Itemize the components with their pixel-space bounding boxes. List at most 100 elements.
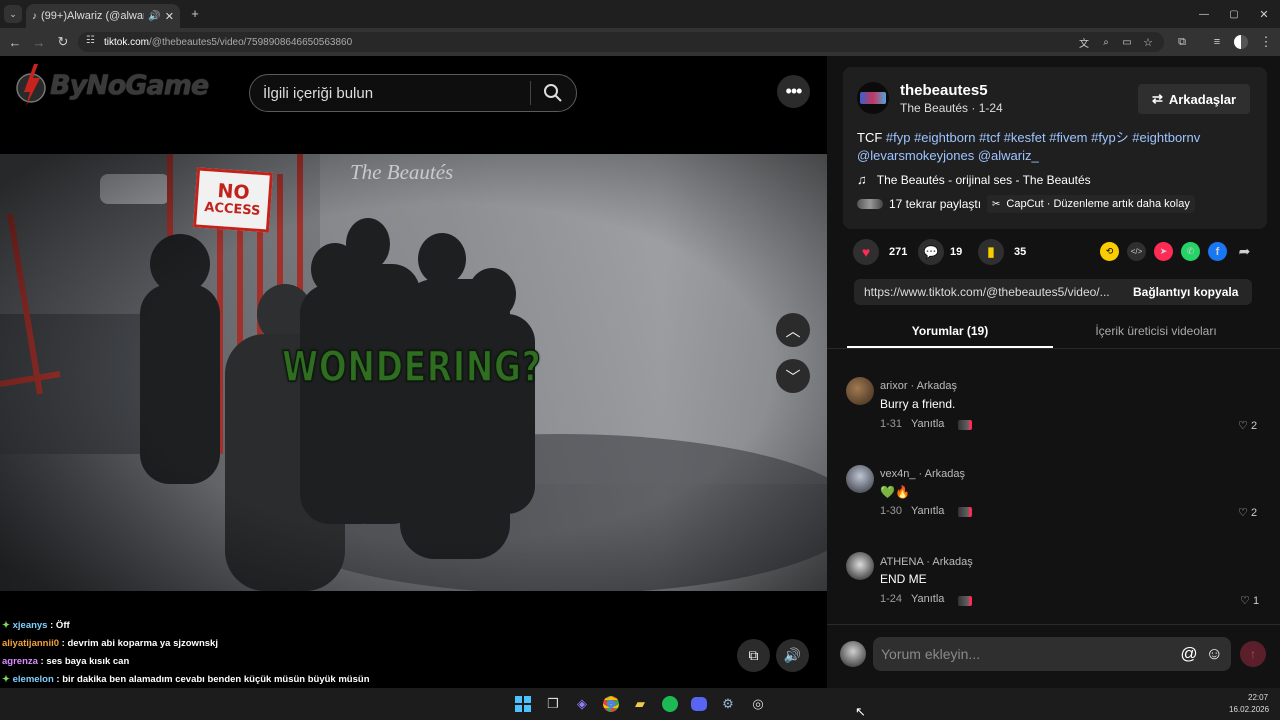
address-bar[interactable]: ☷ tiktok.com /@thebeautes5/video/7598908… — [78, 32, 1164, 52]
start-icon[interactable] — [511, 692, 535, 716]
more-options-button[interactable]: ••• — [777, 75, 810, 108]
clock-time[interactable]: 22:07 — [1248, 693, 1268, 702]
comment-input[interactable]: Yorum ekleyin... @ ☺ — [873, 637, 1231, 671]
share-link-url[interactable]: https://www.tiktok.com/@thebeautes5/vide… — [854, 285, 1124, 299]
bookmark-icon: ▮ — [978, 239, 1004, 265]
discord-logo — [691, 697, 707, 711]
restore-icon[interactable]: ▢ — [1226, 6, 1242, 22]
tab-close-icon[interactable]: ✕ — [165, 10, 174, 23]
minimize-icon[interactable]: — — [1196, 6, 1212, 22]
reply-button[interactable]: Yanıtla — [911, 418, 944, 430]
reply-button[interactable]: Yanıtla — [911, 505, 944, 517]
discord-icon[interactable] — [687, 692, 711, 716]
emoji-icon[interactable]: ☺ — [1206, 644, 1223, 664]
search-icon[interactable] — [543, 83, 563, 103]
like-button[interactable]: ♥ 271 — [853, 239, 907, 265]
zoom-icon[interactable]: ⌕ — [1099, 35, 1113, 49]
reply-gift-icon[interactable] — [958, 507, 972, 517]
chat-username: agrenza — [2, 656, 38, 667]
my-avatar[interactable] — [840, 641, 866, 667]
previous-video-button[interactable]: ︿ — [776, 313, 810, 347]
chat-message: ✦ elemelon : bir dakika ben alamadım cev… — [2, 674, 370, 685]
back-icon[interactable]: ← — [7, 34, 23, 50]
comment-like-button[interactable]: ♡ 2 — [1238, 419, 1257, 432]
reply-gift-icon[interactable] — [958, 596, 972, 606]
author-avatar[interactable] — [857, 82, 889, 114]
facebook-icon[interactable]: f — [1208, 242, 1227, 261]
search-input[interactable]: İlgili içeriği bulun — [249, 74, 577, 112]
file-explorer-icon[interactable]: ▰ — [628, 692, 652, 716]
author-subline: The Beautés · 1-24 — [900, 101, 1003, 115]
sound-link[interactable]: ♫ The Beautés - orijinal ses - The Beaut… — [857, 172, 1091, 187]
capcut-chip[interactable]: ✂ CapCut · Düzenleme artık daha kolay — [987, 195, 1195, 213]
avatar[interactable] — [846, 377, 874, 405]
save-button[interactable]: ▮ 35 — [978, 239, 1026, 265]
comment-user[interactable]: arixor · Arkadaş — [880, 380, 957, 392]
avatar-art — [860, 92, 886, 104]
tab-creator-videos[interactable]: İçerik üreticisi videoları — [1053, 324, 1259, 338]
sign-line-2: ACCESS — [203, 200, 261, 220]
tiktok-favicon-icon: ♪ — [32, 10, 37, 22]
browser-menu-icon[interactable]: ⋮ — [1259, 34, 1273, 49]
comment-user[interactable]: vex4n_ · Arkadaş — [880, 468, 965, 480]
reload-icon[interactable]: ↻ — [55, 34, 71, 50]
forward-icon[interactable]: → — [31, 34, 47, 50]
obs-icon[interactable]: ◎ — [746, 692, 770, 716]
send-to-friends-icon[interactable]: ➤ — [1154, 242, 1173, 261]
url-path: /@thebeautes5/video/7598908646650563860 — [149, 36, 353, 48]
tab-list-icon[interactable]: ⌄ — [4, 5, 22, 23]
comment-like-button[interactable]: ♡ 2 — [1238, 506, 1257, 519]
tab-audio-icon[interactable]: 🔊 — [148, 11, 160, 22]
comment-like-count: 1 — [1252, 595, 1260, 607]
heart-outline-icon: ♡ — [1240, 595, 1250, 607]
more-share-icon[interactable]: ➦ — [1235, 242, 1254, 261]
steam-icon[interactable]: ⚙ — [716, 692, 740, 716]
translate-icon[interactable]: 文 — [1077, 35, 1091, 50]
mentions[interactable]: @levarsmokeyjones @alwariz_ — [857, 148, 1039, 163]
video-player[interactable]: NO ACCESS The Beautés WONDERING? — [0, 154, 827, 591]
comment-like-count: 2 — [1250, 420, 1258, 432]
close-icon[interactable]: ✕ — [1256, 6, 1272, 22]
task-view-icon[interactable]: ❐ — [541, 692, 565, 716]
author-username[interactable]: thebeautes5 — [900, 82, 988, 99]
browser-tab[interactable]: ♪ (99+)Alwariz (@alwariz_) | T 🔊 ✕ — [26, 4, 180, 28]
sound-title: The Beautés - orijinal ses - The Beautés — [876, 172, 1091, 187]
embed-icon[interactable]: </> — [1127, 242, 1146, 261]
avatar[interactable] — [846, 465, 874, 493]
avatar[interactable] — [846, 552, 874, 580]
whatsapp-icon[interactable]: ✆ — [1181, 242, 1200, 261]
chrome-icon[interactable] — [599, 692, 623, 716]
floating-player-button[interactable]: ⧉ — [737, 639, 770, 672]
spotify-icon[interactable] — [658, 692, 682, 716]
clock-date[interactable]: 16.02.2026 — [1229, 705, 1269, 714]
comment-text: 💚🔥 — [880, 485, 910, 499]
tabs-divider — [827, 348, 1280, 349]
next-video-button[interactable]: ﹀ — [776, 359, 810, 393]
reply-gift-icon[interactable] — [958, 420, 972, 430]
mention-icon[interactable]: @ — [1180, 644, 1197, 664]
copy-link-button[interactable]: Bağlantıyı kopyala — [1133, 285, 1238, 299]
extensions-icon[interactable]: ⧉ — [1175, 35, 1189, 49]
new-tab-button[interactable]: + — [188, 6, 202, 21]
comment-like-button[interactable]: ♡ 1 — [1240, 594, 1259, 607]
comment-input-placeholder: Yorum ekleyin... — [881, 646, 981, 662]
chat-message: agrenza : ses baya kısık can — [2, 656, 129, 667]
share-repost-icon[interactable]: ⟲ — [1100, 242, 1119, 261]
site-info-icon[interactable]: ☷ — [86, 35, 95, 46]
comment-button[interactable]: 💬 19 — [918, 239, 962, 265]
comment-user[interactable]: ATHENA · Arkadaş — [880, 556, 973, 568]
reply-button[interactable]: Yanıtla — [911, 593, 944, 605]
tab-comments[interactable]: Yorumlar (19) — [847, 324, 1053, 338]
copilot-icon[interactable]: ◈ — [570, 692, 594, 716]
profile-avatar[interactable] — [1234, 35, 1248, 49]
media-controls-icon[interactable]: ≡ — [1210, 35, 1224, 49]
reposts-chip[interactable]: 17 tekrar paylaştı — [857, 197, 981, 211]
friends-button[interactable]: ⇄ Arkadaşlar — [1138, 84, 1250, 114]
bookmark-star-icon[interactable]: ☆ — [1141, 35, 1155, 49]
post-comment-button[interactable]: ↑ — [1240, 641, 1266, 667]
site-logo[interactable]: ByNoGame — [14, 62, 214, 108]
chat-username: aliyatijannii0 — [2, 638, 60, 649]
volume-button[interactable]: 🔊 — [776, 639, 809, 672]
cast-icon[interactable]: ▭ — [1120, 35, 1134, 49]
hashtags[interactable]: #fyp #eightborn #tcf #kesfet #fivem #fyp… — [886, 130, 1200, 145]
